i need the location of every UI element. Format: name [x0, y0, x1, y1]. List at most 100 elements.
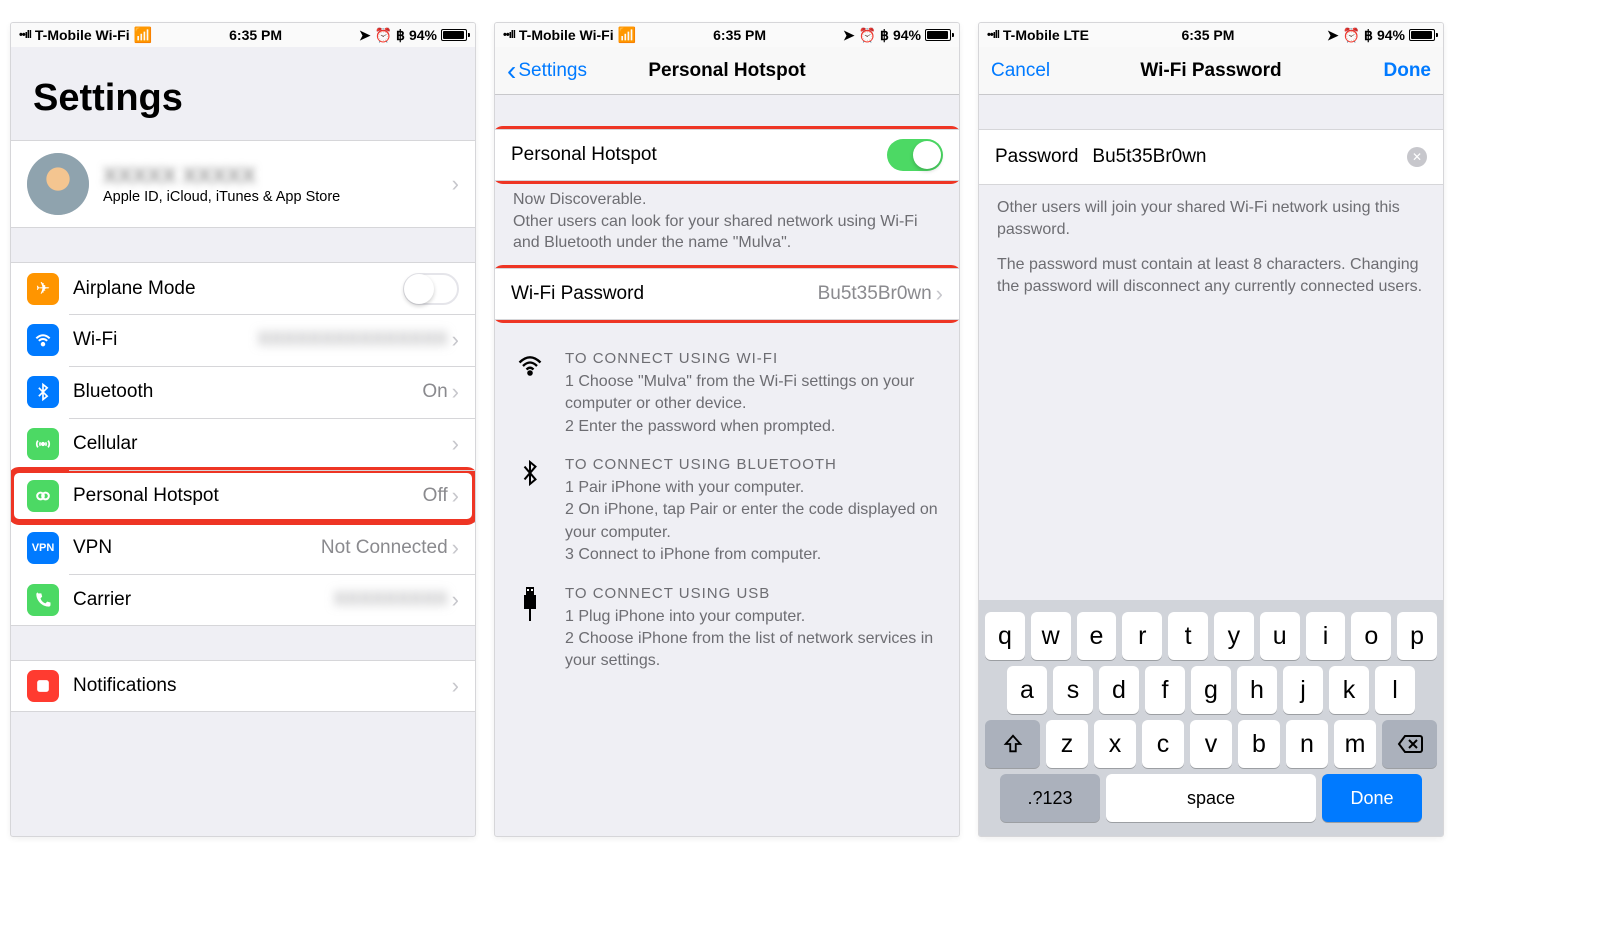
key-v[interactable]: v — [1190, 720, 1232, 768]
status-bar: ••ıllT-Mobile Wi-Fi📶 6:35 PM ➤⏰฿94% — [11, 23, 475, 47]
wifi-connect-header: TO CONNECT USING WI-FI — [565, 348, 941, 369]
wifi-label: Wi-Fi — [73, 329, 258, 351]
bluetooth-label: Bluetooth — [73, 381, 422, 403]
key-s[interactable]: s — [1053, 666, 1093, 714]
bluetooth-icon: ฿ — [880, 27, 889, 44]
kb-row-2: asdfghjkl — [985, 666, 1437, 714]
bt-step-3: 3 Connect to iPhone from computer. — [565, 544, 941, 566]
vpn-row[interactable]: VPN VPN Not Connected › — [11, 522, 475, 574]
profile-name: XXXXX XXXXX — [103, 163, 448, 189]
back-button[interactable]: ‹Settings — [507, 55, 587, 87]
key-w[interactable]: w — [1031, 612, 1071, 660]
wifi-password-row[interactable]: Wi-Fi Password Bu5t35Br0wn › — [495, 268, 959, 320]
kb-row-3: zxcvbnm — [985, 720, 1437, 768]
key-k[interactable]: k — [1329, 666, 1369, 714]
delete-key[interactable] — [1382, 720, 1437, 768]
usb-step-1: 1 Plug iPhone into your computer. — [565, 606, 941, 628]
key-n[interactable]: n — [1286, 720, 1328, 768]
keyboard-done-key[interactable]: Done — [1322, 774, 1422, 822]
clear-icon[interactable]: ✕ — [1407, 147, 1427, 167]
key-e[interactable]: e — [1077, 612, 1117, 660]
key-z[interactable]: z — [1046, 720, 1088, 768]
notifications-row[interactable]: Notifications › — [11, 660, 475, 712]
wifi-icon: 📶 — [134, 26, 153, 44]
clock: 6:35 PM — [713, 27, 766, 43]
key-l[interactable]: l — [1375, 666, 1415, 714]
clock: 6:35 PM — [229, 27, 282, 43]
key-d[interactable]: d — [1099, 666, 1139, 714]
numbers-key[interactable]: .?123 — [1000, 774, 1100, 822]
space-key[interactable]: space — [1106, 774, 1316, 822]
airplane-row[interactable]: ✈ Airplane Mode — [11, 262, 475, 314]
password-label: Password — [995, 146, 1078, 168]
profile-row[interactable]: XXXXX XXXXX Apple ID, iCloud, iTunes & A… — [11, 140, 475, 228]
key-i[interactable]: i — [1306, 612, 1346, 660]
cellular-row[interactable]: Cellular › — [11, 418, 475, 470]
key-h[interactable]: h — [1237, 666, 1277, 714]
key-u[interactable]: u — [1260, 612, 1300, 660]
battery-icon — [1409, 29, 1435, 41]
password-input[interactable] — [1092, 146, 1407, 168]
avatar — [27, 153, 89, 215]
wifi-password-label: Wi-Fi Password — [511, 283, 818, 305]
cellular-label: Cellular — [73, 433, 448, 455]
keyboard: qwertyuiop asdfghjkl zxcvbnm .?123 space… — [979, 600, 1443, 836]
alarm-icon: ⏰ — [1343, 27, 1360, 44]
key-c[interactable]: c — [1142, 720, 1184, 768]
profile-sub: Apple ID, iCloud, iTunes & App Store — [103, 189, 448, 205]
chevron-right-icon: › — [452, 535, 459, 561]
key-o[interactable]: o — [1351, 612, 1391, 660]
key-t[interactable]: t — [1168, 612, 1208, 660]
battery-pct: 94% — [1377, 27, 1405, 43]
carrier-label: T-Mobile Wi-Fi — [519, 27, 614, 43]
carrier-row[interactable]: Carrier XXXXXXXXX › — [11, 574, 475, 626]
cellular-icon — [27, 428, 59, 460]
cancel-button[interactable]: Cancel — [991, 60, 1050, 82]
hotspot-toggle-row[interactable]: Personal Hotspot — [495, 129, 959, 181]
key-a[interactable]: a — [1007, 666, 1047, 714]
vpn-label: VPN — [73, 537, 321, 559]
alarm-icon: ⏰ — [375, 27, 392, 44]
battery-icon — [925, 29, 951, 41]
location-icon: ➤ — [359, 27, 371, 44]
carrier-label: T-Mobile LTE — [1003, 27, 1089, 43]
password-row[interactable]: Password ✕ — [979, 129, 1443, 185]
chevron-right-icon: › — [452, 171, 459, 197]
key-m[interactable]: m — [1334, 720, 1376, 768]
alarm-icon: ⏰ — [859, 27, 876, 44]
key-y[interactable]: y — [1214, 612, 1254, 660]
key-x[interactable]: x — [1094, 720, 1136, 768]
bluetooth-icon: ฿ — [1364, 27, 1373, 44]
bt-step-2: 2 On iPhone, tap Pair or enter the code … — [565, 499, 941, 544]
chevron-right-icon: › — [452, 431, 459, 457]
key-g[interactable]: g — [1191, 666, 1231, 714]
page-title: Settings — [11, 47, 475, 140]
key-b[interactable]: b — [1238, 720, 1280, 768]
hotspot-row[interactable]: Personal Hotspot Off › — [11, 470, 475, 522]
carrier-label: Carrier — [73, 589, 334, 611]
key-p[interactable]: p — [1397, 612, 1437, 660]
signal-icon: ••ıll — [503, 29, 515, 41]
key-q[interactable]: q — [985, 612, 1025, 660]
done-button[interactable]: Done — [1384, 60, 1432, 82]
carrier-value: XXXXXXXXX — [334, 589, 448, 611]
notifications-icon — [27, 670, 59, 702]
key-r[interactable]: r — [1122, 612, 1162, 660]
bt-connect-header: TO CONNECT USING BLUETOOTH — [565, 454, 941, 475]
hotspot-toggle[interactable] — [887, 139, 943, 171]
wifi-row[interactable]: Wi-Fi XXXXXXXXXXXXXXX › — [11, 314, 475, 366]
key-j[interactable]: j — [1283, 666, 1323, 714]
signal-icon: ••ıll — [19, 29, 31, 41]
shift-key[interactable] — [985, 720, 1040, 768]
chevron-right-icon: › — [452, 673, 459, 699]
password-screen: ••ıllT-Mobile LTE 6:35 PM ➤⏰฿94% Cancel … — [978, 22, 1444, 837]
chevron-right-icon: › — [452, 587, 459, 613]
bluetooth-row[interactable]: Bluetooth On › — [11, 366, 475, 418]
discoverable-text: Other users can look for your shared net… — [513, 211, 941, 254]
bluetooth-value: On — [422, 381, 447, 403]
airplane-toggle[interactable] — [403, 273, 459, 305]
key-f[interactable]: f — [1145, 666, 1185, 714]
nav-bar: Cancel Wi-Fi Password Done — [979, 47, 1443, 95]
wifi-icon — [513, 348, 547, 438]
hotspot-icon — [27, 480, 59, 512]
